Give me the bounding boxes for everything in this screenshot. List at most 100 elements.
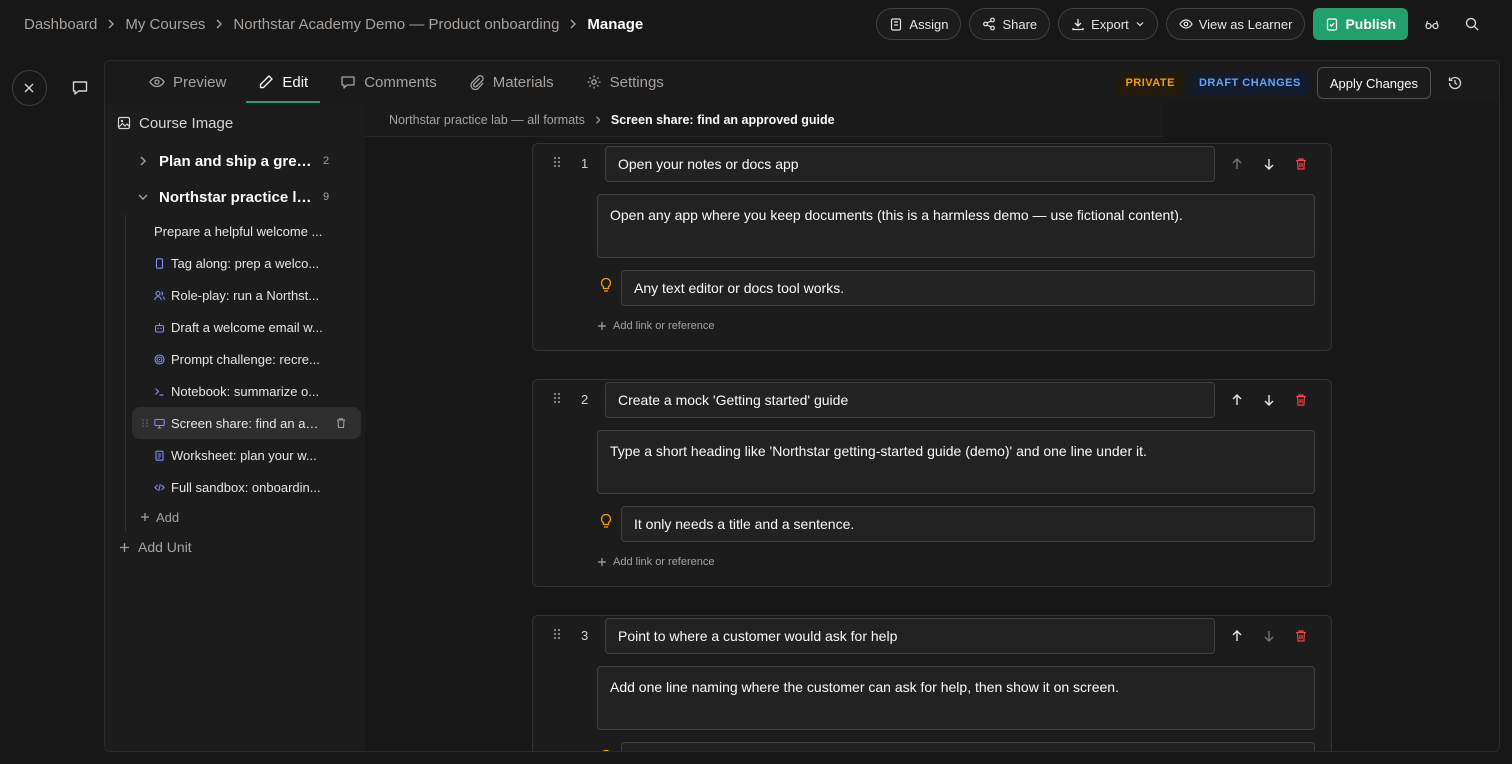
lesson-label: Worksheet: plan your w...: [171, 447, 317, 463]
chevron-right-icon[interactable]: [137, 155, 149, 167]
step-tip-input[interactable]: [621, 742, 1315, 751]
lesson-item[interactable]: Full sandbox: onboardin...: [126, 471, 365, 503]
add-unit-button[interactable]: Add Unit: [105, 531, 365, 563]
chevron-down-icon[interactable]: [137, 191, 149, 203]
course-outline-sidebar: Course Image Plan and ship a great ... 2…: [105, 103, 365, 751]
lesson-label: Prompt challenge: recre...: [171, 351, 320, 367]
step-title-input[interactable]: Point to where a customer would ask for …: [605, 618, 1215, 654]
tab-label: Materials: [492, 73, 554, 91]
tab-comments[interactable]: Comments: [328, 61, 449, 103]
lesson-item-selected[interactable]: Screen share: find an ap...: [132, 407, 361, 439]
arrow-down-icon[interactable]: [1262, 629, 1276, 643]
chat-button[interactable]: [65, 72, 96, 104]
add-link-button[interactable]: Add link or reference: [597, 556, 715, 568]
apply-changes-button[interactable]: Apply Changes: [1316, 67, 1431, 99]
tab-materials[interactable]: Materials: [457, 61, 566, 103]
lesson-item[interactable]: Worksheet: plan your w...: [126, 439, 365, 471]
history-button[interactable]: [1439, 67, 1471, 99]
lesson-label: Full sandbox: onboardin...: [171, 479, 321, 495]
lesson-label: Prepare a helpful welcome ...: [154, 223, 323, 239]
step-title-input[interactable]: Create a mock 'Getting started' guide: [605, 382, 1215, 418]
trash-icon[interactable]: [1294, 393, 1308, 407]
drag-handle-icon[interactable]: [551, 392, 563, 404]
course-image-row[interactable]: Course Image: [105, 103, 365, 143]
drag-handle-icon[interactable]: [551, 628, 563, 640]
lightbulb-icon: [600, 277, 612, 292]
clipboard-icon: [155, 450, 164, 461]
image-icon: [117, 116, 131, 130]
unit-title: Northstar practice lab ...: [159, 188, 313, 206]
draft-changes-badge: DRAFT CHANGES: [1190, 71, 1309, 95]
unit-row[interactable]: Northstar practice lab ... 9: [105, 179, 365, 215]
lesson-item[interactable]: Tag along: prep a welco...: [126, 247, 365, 279]
breadcrumb-current: Manage: [587, 15, 644, 33]
chevron-right-icon: [108, 19, 115, 29]
paperclip-icon: [470, 75, 484, 90]
arrow-down-icon[interactable]: [1262, 393, 1276, 407]
glasses-button[interactable]: [1416, 8, 1448, 40]
target-icon: [154, 353, 165, 365]
breadcrumb-dashboard[interactable]: Dashboard: [24, 16, 97, 33]
trash-icon[interactable]: [1294, 629, 1308, 643]
breadcrumb-my-courses[interactable]: My Courses: [125, 16, 205, 33]
close-button[interactable]: [12, 70, 47, 106]
download-icon: [1072, 19, 1084, 31]
step-card: 1 Open your notes or docs app Open any a…: [532, 143, 1332, 351]
trash-icon[interactable]: [335, 417, 347, 429]
unit-count: 9: [323, 191, 330, 203]
top-actions: Assign Share Export View as Learner Publ…: [876, 8, 1488, 40]
step-title-input[interactable]: Open your notes or docs app: [605, 146, 1215, 182]
lightbulb-icon: [602, 749, 610, 751]
trash-icon[interactable]: [1294, 157, 1308, 171]
unit-row[interactable]: Plan and ship a great ... 2: [105, 143, 365, 179]
publish-button[interactable]: Publish: [1313, 8, 1408, 40]
message-icon: [73, 81, 88, 95]
search-button[interactable]: [1456, 8, 1488, 40]
step-description-input[interactable]: Open any app where you keep documents (t…: [597, 194, 1315, 258]
tab-settings[interactable]: Settings: [574, 61, 676, 103]
tab-edit[interactable]: Edit: [246, 61, 321, 103]
export-button[interactable]: Export: [1058, 8, 1158, 40]
lesson-item[interactable]: Prepare a helpful welcome ...: [126, 215, 365, 247]
editor-frame: Preview Edit Comments Materials Settings…: [104, 60, 1500, 752]
plus-icon: [598, 322, 606, 330]
top-bar: Dashboard My Courses Northstar Academy D…: [0, 0, 1512, 48]
breadcrumb: Dashboard My Courses Northstar Academy D…: [24, 0, 643, 48]
private-badge: PRIVATE: [1117, 71, 1183, 95]
step-description-input[interactable]: Add one line naming where the customer c…: [597, 666, 1315, 730]
drag-handle-icon[interactable]: [551, 156, 563, 168]
content-breadcrumb-parent[interactable]: Northstar practice lab — all formats: [389, 113, 585, 127]
assign-button[interactable]: Assign: [876, 8, 962, 40]
step-tip-input[interactable]: It only needs a title and a sentence.: [621, 506, 1315, 542]
tab-preview[interactable]: Preview: [137, 61, 238, 103]
add-lesson-button[interactable]: Add: [126, 503, 365, 531]
arrow-up-icon[interactable]: [1230, 629, 1244, 643]
lesson-item[interactable]: Role-play: run a Northst...: [126, 279, 365, 311]
step-description-input[interactable]: Type a short heading like 'Northstar get…: [597, 430, 1315, 494]
drag-handle-icon[interactable]: [140, 418, 150, 428]
clipboard-check-icon: [1327, 18, 1338, 31]
tab-label: Preview: [173, 73, 227, 91]
arrow-down-icon[interactable]: [1262, 157, 1276, 171]
step-tip-input[interactable]: Any text editor or docs tool works.: [621, 270, 1315, 306]
chevron-right-icon: [595, 115, 601, 124]
share-button[interactable]: Share: [969, 8, 1051, 40]
add-link-button[interactable]: Add link or reference: [597, 320, 715, 332]
monitor-icon: [154, 418, 165, 429]
clipboard-icon: [891, 18, 902, 31]
unit-title: Plan and ship a great ...: [159, 152, 313, 170]
lesson-label: Draft a welcome email w...: [171, 319, 323, 335]
arrow-up-icon[interactable]: [1230, 157, 1244, 171]
eye-icon: [149, 76, 165, 88]
arrow-up-icon[interactable]: [1230, 393, 1244, 407]
view-as-learner-button[interactable]: View as Learner: [1165, 8, 1306, 40]
step-number: 2: [581, 392, 589, 407]
lesson-item[interactable]: Draft a welcome email w...: [126, 311, 365, 343]
lesson-item[interactable]: Notebook: summarize o...: [126, 375, 365, 407]
lesson-item[interactable]: Prompt challenge: recre...: [126, 343, 365, 375]
step-editor: Northstar practice lab — all formats Scr…: [365, 103, 1499, 751]
step-card: 2 Create a mock 'Getting started' guide …: [532, 379, 1332, 587]
breadcrumb-course[interactable]: Northstar Academy Demo — Product onboard…: [233, 16, 559, 33]
lesson-label: Role-play: run a Northst...: [171, 287, 320, 303]
add-unit-label: Add Unit: [138, 539, 192, 555]
